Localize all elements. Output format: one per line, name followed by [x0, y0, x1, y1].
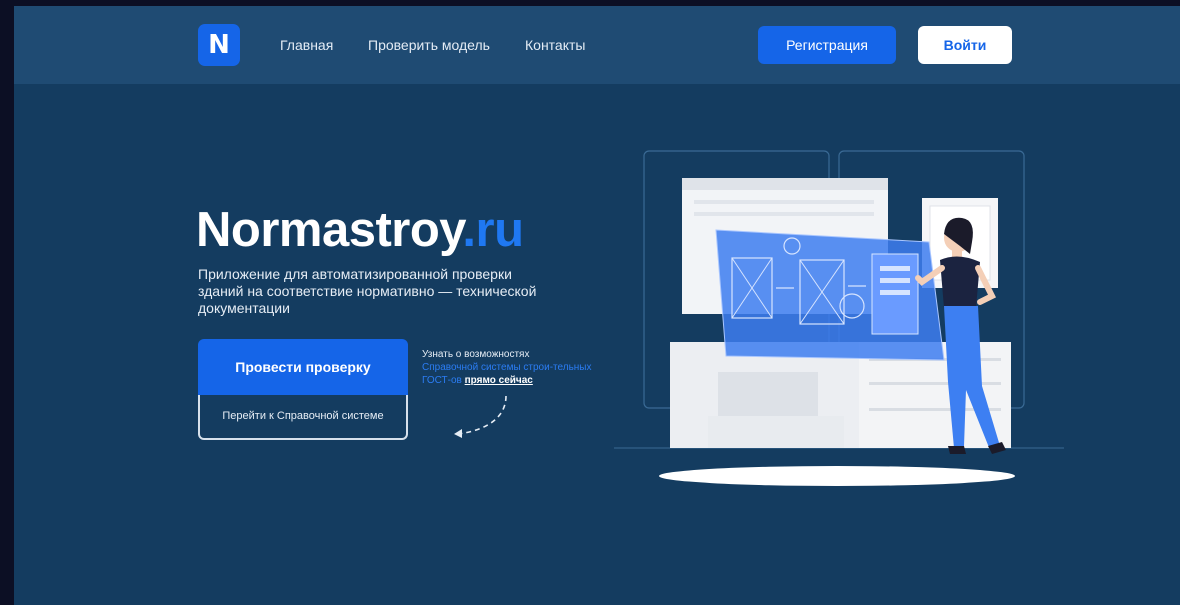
- hero-illustration: [614, 150, 1064, 486]
- reference-note: Узнать о возможностях Справочной системы…: [422, 348, 602, 387]
- login-button[interactable]: Войти: [918, 26, 1012, 64]
- nav-link-home[interactable]: Главная: [280, 37, 333, 53]
- hero-title: Normastroy.ru: [196, 202, 524, 258]
- note-now-link[interactable]: прямо сейчас: [465, 375, 533, 386]
- nav-link-check-model[interactable]: Проверить модель: [368, 37, 490, 53]
- page: N Главная Проверить модель Контакты Реги…: [14, 6, 1180, 605]
- run-check-button[interactable]: Провести проверку: [198, 339, 408, 395]
- hero-description: Приложение для автоматизированной провер…: [198, 266, 537, 316]
- hero-title-tld: .ru: [462, 203, 524, 257]
- note-prefix: Узнать о возможностях: [422, 349, 530, 360]
- logo[interactable]: N: [198, 24, 240, 66]
- top-navigation-bar: N Главная Проверить модель Контакты Реги…: [14, 6, 1180, 84]
- reference-system-button[interactable]: Перейти к Справочной системе: [198, 388, 408, 440]
- hero-title-main: Normastroy: [196, 203, 463, 257]
- nav-link-contacts[interactable]: Контакты: [525, 37, 585, 53]
- register-button[interactable]: Регистрация: [758, 26, 896, 64]
- curved-arrow-icon: [454, 395, 507, 438]
